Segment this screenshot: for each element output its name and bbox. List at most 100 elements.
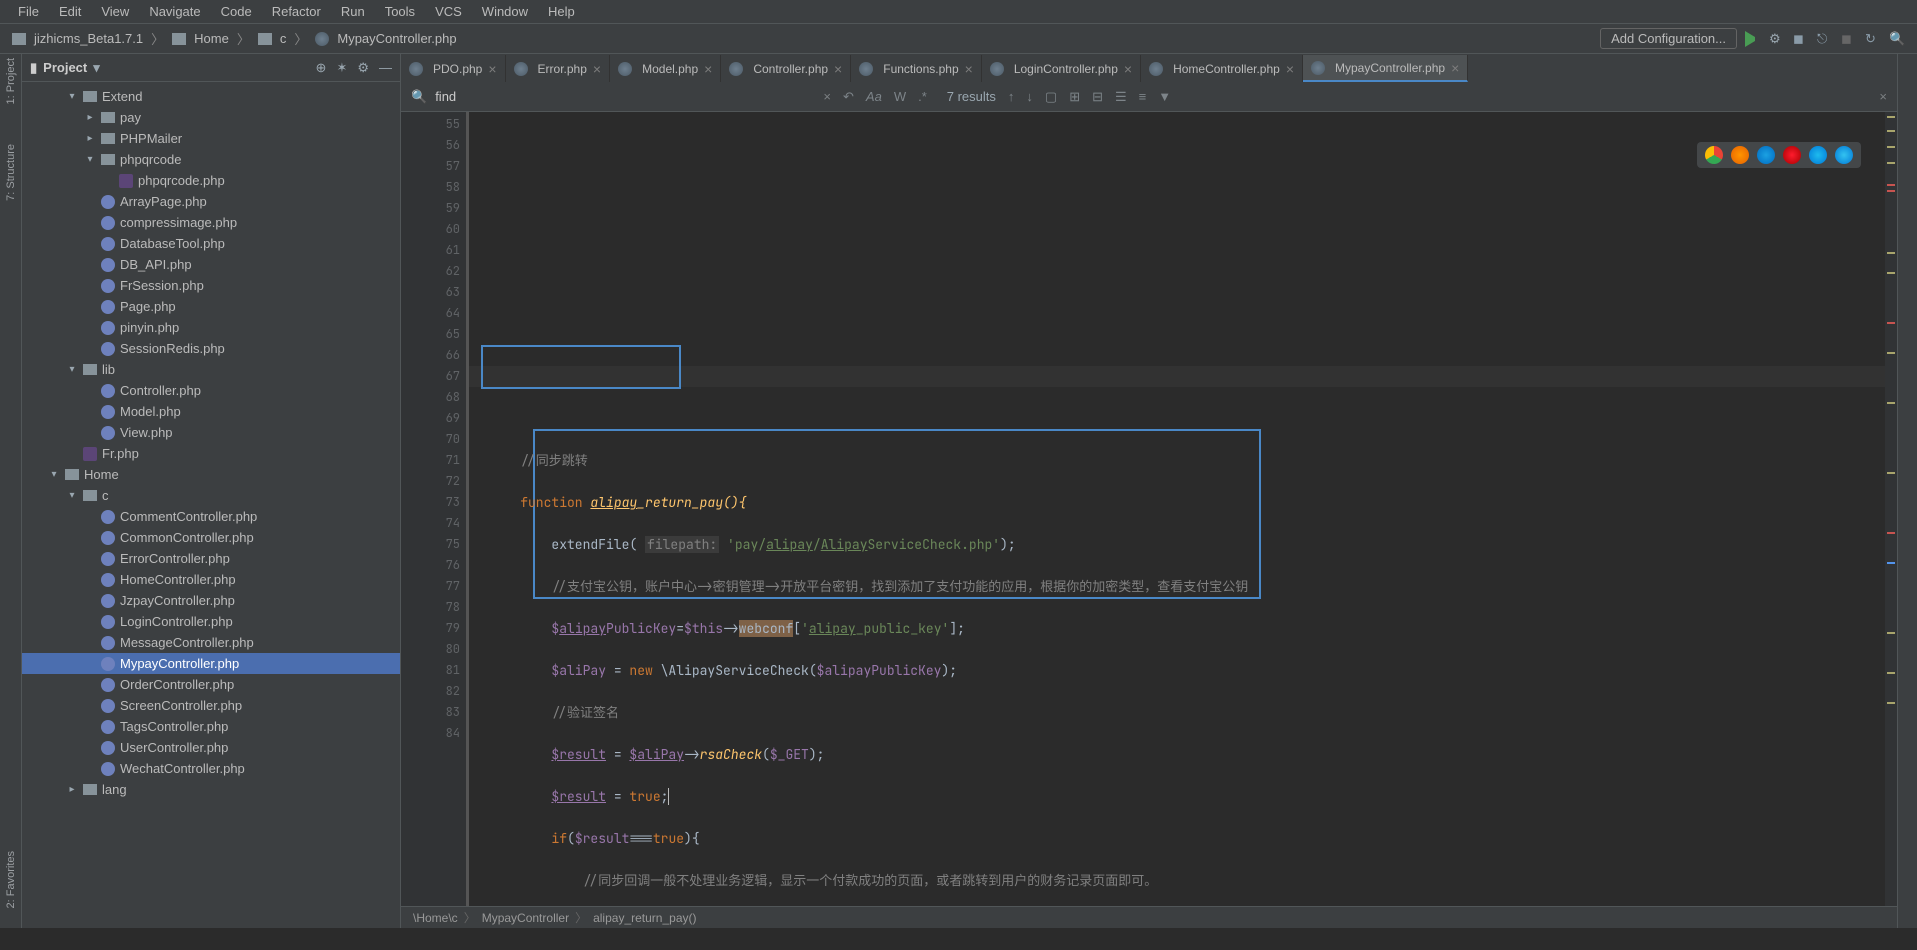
expand-all-icon[interactable]: ✶ [336, 60, 347, 76]
editor-tab[interactable]: Controller.php× [721, 55, 851, 82]
profile-icon[interactable]: ⎋ [1817, 31, 1833, 47]
editor-tab[interactable]: Functions.php× [851, 55, 982, 82]
editor[interactable]: 5556575859606162636465666768697071727374… [401, 112, 1897, 906]
close-tab-icon[interactable]: × [965, 61, 973, 77]
tree-item[interactable]: DatabaseTool.php [22, 233, 400, 254]
crumb-method[interactable]: alipay_return_pay() [593, 911, 696, 925]
close-tab-icon[interactable]: × [1286, 61, 1294, 77]
close-find-icon[interactable]: × [1879, 89, 1887, 104]
tree-item[interactable]: compressimage.php [22, 212, 400, 233]
favorites-tab[interactable]: 2: Favorites [5, 851, 17, 908]
tree-item[interactable]: View.php [22, 422, 400, 443]
add-configuration-button[interactable]: Add Configuration... [1600, 28, 1737, 49]
toggle2-icon[interactable]: ≡ [1139, 89, 1147, 104]
tree-item[interactable]: phpqrcode.php [22, 170, 400, 191]
coverage-icon[interactable]: ◼ [1793, 31, 1809, 47]
project-tree[interactable]: ▾Extend▸pay▸PHPMailer▾phpqrcodephpqrcode… [22, 82, 400, 928]
regex-icon[interactable]: .* [918, 89, 927, 104]
menu-vcs[interactable]: VCS [425, 4, 472, 19]
tree-item[interactable]: Model.php [22, 401, 400, 422]
tree-item[interactable]: ▸pay [22, 107, 400, 128]
firefox-icon[interactable] [1731, 146, 1749, 164]
tree-item[interactable]: FrSession.php [22, 275, 400, 296]
tree-item[interactable]: ▾Extend [22, 86, 400, 107]
menu-edit[interactable]: Edit [49, 4, 91, 19]
edge-icon[interactable] [1835, 146, 1853, 164]
scroll-from-source-icon[interactable]: ⊕ [316, 60, 327, 76]
ie-icon[interactable] [1809, 146, 1827, 164]
tree-item[interactable]: UserController.php [22, 737, 400, 758]
toggle-icon[interactable]: ☰ [1115, 89, 1127, 105]
crumb-namespace[interactable]: \Home\c [413, 911, 458, 925]
menu-window[interactable]: Window [472, 4, 538, 19]
breadcrumb-file[interactable]: MypayController.php [337, 31, 456, 46]
tree-item[interactable]: ▾lib [22, 359, 400, 380]
breadcrumb-home[interactable]: Home [194, 31, 229, 46]
tree-item[interactable]: LoginController.php [22, 611, 400, 632]
editor-tab[interactable]: Error.php× [506, 55, 611, 82]
close-tab-icon[interactable]: × [834, 61, 842, 77]
dropdown-icon[interactable]: ▾ [93, 60, 100, 76]
project-panel-title[interactable]: Project [43, 60, 87, 75]
select-all-icon[interactable]: ▢ [1045, 89, 1057, 105]
tree-item[interactable]: ▸lang [22, 779, 400, 800]
code-area[interactable]: //同步跳转 function alipay_return_pay(){ ext… [469, 112, 1885, 906]
minimize-icon[interactable]: — [379, 60, 392, 76]
breadcrumb-project[interactable]: jizhicms_Beta1.7.1 [34, 31, 143, 46]
tree-item[interactable]: OrderController.php [22, 674, 400, 695]
tree-item[interactable]: MessageController.php [22, 632, 400, 653]
tree-item[interactable]: WechatController.php [22, 758, 400, 779]
tree-item[interactable]: pinyin.php [22, 317, 400, 338]
breadcrumb-c[interactable]: c [280, 31, 287, 46]
tree-item[interactable]: CommentController.php [22, 506, 400, 527]
filter-icon[interactable]: ▼ [1158, 89, 1171, 104]
menu-help[interactable]: Help [538, 4, 585, 19]
stop-icon[interactable]: ◼ [1841, 31, 1857, 47]
opera-icon[interactable] [1783, 146, 1801, 164]
close-tab-icon[interactable]: × [488, 61, 496, 77]
menu-view[interactable]: View [91, 4, 139, 19]
words-icon[interactable]: W [894, 89, 906, 104]
menu-navigate[interactable]: Navigate [139, 4, 210, 19]
prev-match-icon[interactable]: ↑ [1008, 89, 1015, 104]
tree-item[interactable]: JzpayController.php [22, 590, 400, 611]
tree-item[interactable]: ScreenController.php [22, 695, 400, 716]
match-case-icon[interactable]: Aa [866, 89, 882, 104]
remove-selection-icon[interactable]: ⊟ [1092, 89, 1103, 105]
tree-item[interactable]: ArrayPage.php [22, 191, 400, 212]
close-tab-icon[interactable]: × [1124, 61, 1132, 77]
menu-tools[interactable]: Tools [375, 4, 425, 19]
gutter[interactable]: 5556575859606162636465666768697071727374… [401, 112, 469, 906]
tree-item[interactable]: ▾Home [22, 464, 400, 485]
editor-tab[interactable]: Model.php× [610, 55, 721, 82]
close-tab-icon[interactable]: × [704, 61, 712, 77]
debug-icon[interactable]: ⚙ [1769, 31, 1785, 47]
tree-item[interactable]: MypayController.php [22, 653, 400, 674]
search-everywhere-icon[interactable]: 🔍 [1889, 31, 1905, 47]
editor-tab[interactable]: MypayController.php× [1303, 55, 1468, 82]
tree-item[interactable]: Fr.php [22, 443, 400, 464]
add-selection-icon[interactable]: ⊞ [1069, 89, 1080, 105]
close-tab-icon[interactable]: × [1451, 60, 1459, 76]
tree-item[interactable]: ▾phpqrcode [22, 149, 400, 170]
menu-code[interactable]: Code [211, 4, 262, 19]
menu-run[interactable]: Run [331, 4, 375, 19]
structure-tab[interactable]: 7: Structure [5, 144, 17, 201]
close-tab-icon[interactable]: × [593, 61, 601, 77]
safari-icon[interactable] [1757, 146, 1775, 164]
editor-tab[interactable]: LoginController.php× [982, 55, 1141, 82]
editor-tab[interactable]: PDO.php× [401, 55, 506, 82]
editor-tab[interactable]: HomeController.php× [1141, 55, 1303, 82]
tree-item[interactable]: HomeController.php [22, 569, 400, 590]
tree-item[interactable]: ▸PHPMailer [22, 128, 400, 149]
crumb-class[interactable]: MypayController [482, 911, 569, 925]
tree-item[interactable]: SessionRedis.php [22, 338, 400, 359]
chrome-icon[interactable] [1705, 146, 1723, 164]
tree-item[interactable]: TagsController.php [22, 716, 400, 737]
settings-icon[interactable]: ⚙ [357, 60, 369, 76]
tree-item[interactable]: ▾c [22, 485, 400, 506]
menu-refactor[interactable]: Refactor [262, 4, 331, 19]
tree-item[interactable]: CommonController.php [22, 527, 400, 548]
project-tab[interactable]: 1: Project [5, 58, 17, 104]
run-icon[interactable] [1745, 31, 1761, 47]
